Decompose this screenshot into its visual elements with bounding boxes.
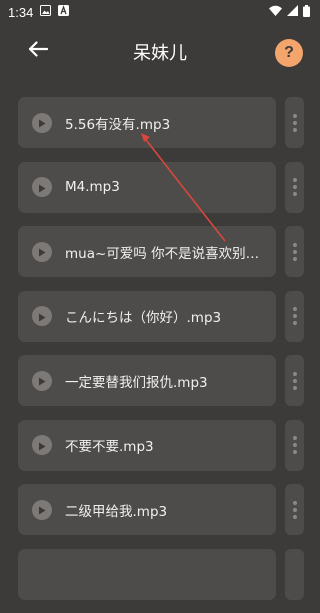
play-icon (38, 371, 46, 390)
more-options-button[interactable] (285, 226, 304, 277)
page-title: 呆妹儿 (133, 43, 187, 64)
play-icon (38, 436, 46, 455)
audio-item-card[interactable] (18, 548, 276, 600)
play-icon (38, 500, 46, 519)
more-options-button[interactable] (285, 355, 304, 406)
more-options-button[interactable] (285, 484, 304, 535)
more-vert-icon (292, 307, 297, 311)
audio-list: 5.56有没有.mp3 M4.mp3 mua~可爱吗 你不是说喜欢别人... こ… (0, 97, 320, 613)
notification-a-icon (58, 5, 70, 19)
more-vert-icon (292, 113, 297, 118)
list-item: 二级甲给我.mp3 (0, 484, 320, 535)
more-options-button[interactable] (285, 97, 304, 148)
play-button[interactable] (32, 112, 52, 133)
audio-item-card[interactable]: 二级甲给我.mp3 (18, 484, 276, 535)
list-item: 5.56有没有.mp3 (0, 97, 320, 148)
play-icon (38, 113, 46, 132)
play-icon (38, 307, 46, 326)
play-button[interactable] (32, 306, 52, 326)
signal-icon (287, 5, 298, 19)
battery-icon (303, 4, 310, 20)
list-item (0, 548, 320, 600)
audio-item-card[interactable]: 一定要替我们报仇.mp3 (18, 355, 276, 406)
more-options-button[interactable] (285, 161, 304, 213)
audio-file-name: 一定要替我们报仇.mp3 (65, 374, 208, 391)
audio-item-card[interactable]: 不要不要.mp3 (18, 419, 276, 471)
play-button[interactable] (32, 370, 52, 391)
play-button[interactable] (32, 177, 52, 197)
more-options-button[interactable] (285, 548, 304, 600)
list-item: こんにちは（你好）.mp3 (0, 290, 320, 342)
more-options-button[interactable] (285, 419, 304, 471)
notification-image-icon (40, 5, 52, 19)
audio-item-card[interactable]: M4.mp3 (18, 161, 276, 213)
audio-file-name: mua~可爱吗 你不是说喜欢别人... (65, 245, 271, 262)
play-icon (38, 242, 46, 261)
help-button[interactable]: ? (275, 39, 303, 67)
audio-file-name: 不要不要.mp3 (65, 439, 154, 455)
status-time: 1:34 (8, 4, 34, 20)
audio-item-card[interactable]: 5.56有没有.mp3 (18, 97, 276, 148)
play-button[interactable] (32, 241, 52, 262)
audio-file-name: こんにちは（你好）.mp3 (65, 310, 222, 326)
audio-file-name: 5.56有没有.mp3 (65, 116, 171, 133)
audio-file-name: M4.mp3 (65, 179, 120, 195)
more-vert-icon (292, 500, 297, 505)
app-bar: 呆妹儿 ? (0, 24, 320, 78)
more-vert-icon (292, 371, 297, 376)
play-button[interactable] (32, 499, 52, 520)
list-item: mua~可爱吗 你不是说喜欢别人... (0, 226, 320, 277)
audio-item-card[interactable]: mua~可爱吗 你不是说喜欢别人... (18, 226, 276, 277)
more-vert-icon (292, 178, 297, 182)
status-bar: 1:34 (0, 0, 320, 24)
list-item: 一定要替我们报仇.mp3 (0, 355, 320, 406)
play-button[interactable] (32, 435, 52, 455)
list-item: 不要不要.mp3 (0, 419, 320, 471)
more-vert-icon (292, 242, 297, 247)
play-icon (38, 178, 46, 197)
more-vert-icon (292, 436, 297, 440)
wifi-icon (269, 5, 282, 19)
list-item: M4.mp3 (0, 161, 320, 213)
more-options-button[interactable] (285, 290, 304, 342)
audio-item-card[interactable]: こんにちは（你好）.mp3 (18, 290, 276, 342)
audio-file-name: 二级甲给我.mp3 (65, 503, 168, 520)
